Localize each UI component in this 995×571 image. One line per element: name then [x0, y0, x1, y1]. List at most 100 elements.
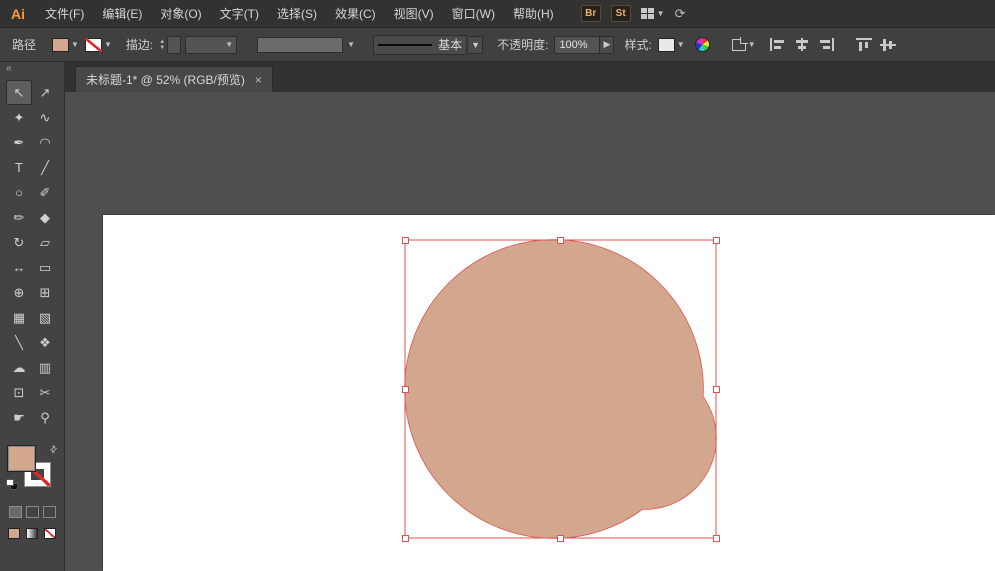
- tool-blend[interactable]: ❖: [32, 330, 58, 355]
- tool-pencil[interactable]: ✏: [6, 205, 32, 230]
- draw-inside-button[interactable]: [43, 506, 56, 518]
- context-label: 路径: [12, 36, 36, 53]
- stock-button[interactable]: St: [611, 5, 631, 22]
- tool-eraser[interactable]: ◆: [32, 205, 58, 230]
- tool-mesh[interactable]: ▦: [6, 305, 32, 330]
- tool-slice[interactable]: ✂: [32, 380, 58, 405]
- menu-s[interactable]: 选择(S): [268, 0, 326, 28]
- tool-hand[interactable]: ☛: [6, 405, 32, 430]
- style-swatch[interactable]: [658, 38, 675, 52]
- selection-handle[interactable]: [713, 386, 720, 393]
- sync-settings-icon[interactable]: ⟳: [675, 6, 686, 22]
- menu-h[interactable]: 帮助(H): [504, 0, 563, 28]
- fill-indicator[interactable]: [8, 446, 35, 471]
- tool-free-transform[interactable]: ▭: [32, 255, 58, 280]
- selection-handle[interactable]: [713, 237, 720, 244]
- collapse-panel-button[interactable]: «: [0, 62, 64, 76]
- draw-behind-button[interactable]: [26, 506, 39, 518]
- tool-perspective-grid[interactable]: ⊞: [32, 280, 58, 305]
- menu-t[interactable]: 文字(T): [211, 0, 268, 28]
- selection-handle[interactable]: [402, 237, 409, 244]
- color-button[interactable]: [8, 528, 20, 539]
- shape-circle-fill-2[interactable]: [574, 367, 716, 509]
- transform-panel-button[interactable]: ▼: [732, 39, 756, 51]
- menu-w[interactable]: 窗口(W): [443, 0, 504, 28]
- tool-lasso[interactable]: ∿: [32, 105, 58, 130]
- canvas[interactable]: [65, 92, 995, 571]
- tool-ellipse[interactable]: ○: [6, 180, 32, 205]
- fill-color-swatch[interactable]: [52, 38, 69, 52]
- opacity-label: 不透明度:: [497, 36, 548, 53]
- selection-handle[interactable]: [557, 237, 564, 244]
- brush-preview[interactable]: 基本: [373, 35, 467, 55]
- menu-items: 文件(F)编辑(E)对象(O)文字(T)选择(S)效果(C)视图(V)窗口(W)…: [36, 0, 563, 28]
- draw-normal-button[interactable]: [9, 506, 22, 518]
- stroke-none-swatch[interactable]: [85, 38, 102, 52]
- menu-e[interactable]: 编辑(E): [93, 0, 151, 28]
- stepper-arrows[interactable]: ▲▼: [159, 39, 165, 51]
- stroke-weight-combo[interactable]: ▼: [185, 36, 237, 54]
- bridge-button[interactable]: Br: [581, 5, 601, 22]
- tool-zoom[interactable]: ⚲: [32, 405, 58, 430]
- opacity-panel-button[interactable]: ▶: [600, 36, 614, 54]
- brush-dropdown-button[interactable]: ▼: [469, 36, 483, 54]
- stroke-weight-stepper[interactable]: ▲▼: [159, 36, 181, 54]
- stroke-weight-value[interactable]: [167, 36, 181, 54]
- brush-stroke-preview: [378, 44, 432, 46]
- tool-scale[interactable]: ▱: [32, 230, 58, 255]
- tool-pen[interactable]: ✒: [6, 130, 32, 155]
- tools-grid: ↖↗✦∿✒◠T╱○✐✏◆↻▱↔▭⊕⊞▦▧╲❖☁▥⊡✂☛⚲: [0, 80, 64, 430]
- menu-o[interactable]: 对象(O): [151, 0, 210, 28]
- swap-fill-stroke-icon[interactable]: ⇄: [48, 443, 61, 456]
- selection-handle[interactable]: [402, 535, 409, 542]
- tool-shape-builder[interactable]: ⊕: [6, 280, 32, 305]
- tool-paintbrush[interactable]: ✐: [32, 180, 58, 205]
- menu-f[interactable]: 文件(F): [36, 0, 93, 28]
- menu-v[interactable]: 视图(V): [385, 0, 443, 28]
- style-combo[interactable]: ▼: [658, 38, 685, 52]
- tool-type[interactable]: T: [6, 155, 32, 180]
- illustrator-window: Ai 文件(F)编辑(E)对象(O)文字(T)选择(S)效果(C)视图(V)窗口…: [0, 0, 995, 571]
- selection-handle[interactable]: [713, 535, 720, 542]
- default-fill-stroke-icon[interactable]: [6, 479, 18, 490]
- tool-rotate[interactable]: ↻: [6, 230, 32, 255]
- recolor-artwork-icon[interactable]: [695, 37, 710, 52]
- align-right-button[interactable]: [818, 38, 834, 51]
- tool-width[interactable]: ↔: [6, 255, 32, 280]
- chevron-down-icon: ▼: [748, 40, 756, 49]
- tool-selection[interactable]: ↖: [6, 80, 32, 105]
- tool-artboard[interactable]: ⊡: [6, 380, 32, 405]
- brush-definition-combo[interactable]: 基本 ▼: [373, 35, 483, 55]
- align-left-button[interactable]: [770, 38, 786, 51]
- document-tab-bar: 未标题-1* @ 52% (RGB/预览) ×: [65, 62, 995, 92]
- selection-handle[interactable]: [557, 535, 564, 542]
- tool-line-segment[interactable]: ╱: [32, 155, 58, 180]
- menu-bar: Ai 文件(F)编辑(E)对象(O)文字(T)选择(S)效果(C)视图(V)窗口…: [0, 0, 995, 28]
- align-top-button[interactable]: [856, 38, 872, 51]
- document-tab[interactable]: 未标题-1* @ 52% (RGB/预览) ×: [75, 66, 273, 92]
- fill-color-combo[interactable]: ▼: [52, 38, 79, 52]
- tool-eyedropper[interactable]: ╲: [6, 330, 32, 355]
- workspace-switcher[interactable]: ▼: [641, 8, 665, 19]
- tool-magic-wand[interactable]: ✦: [6, 105, 32, 130]
- close-tab-icon[interactable]: ×: [255, 73, 262, 87]
- align-vcenter-button[interactable]: [880, 38, 896, 51]
- chevron-down-icon: ▼: [677, 40, 685, 49]
- opacity-input[interactable]: [554, 36, 600, 54]
- width-profile-preview: [257, 37, 343, 53]
- tool-symbol-sprayer[interactable]: ☁: [6, 355, 32, 380]
- gradient-button[interactable]: [26, 528, 38, 539]
- stroke-weight-select[interactable]: ▼: [185, 36, 237, 54]
- tool-direct-selection[interactable]: ↗: [32, 80, 58, 105]
- none-button[interactable]: [44, 528, 56, 539]
- align-center-button[interactable]: [794, 38, 810, 51]
- tool-gradient[interactable]: ▧: [32, 305, 58, 330]
- menu-c[interactable]: 效果(C): [326, 0, 385, 28]
- selection-handle[interactable]: [402, 386, 409, 393]
- tool-column-graph[interactable]: ▥: [32, 355, 58, 380]
- width-profile-combo[interactable]: ▼: [257, 37, 355, 53]
- tool-curvature[interactable]: ◠: [32, 130, 58, 155]
- document-area: 未标题-1* @ 52% (RGB/预览) ×: [65, 62, 995, 571]
- stroke-color-combo[interactable]: ▼: [85, 38, 112, 52]
- tools-panel: « ↖↗✦∿✒◠T╱○✐✏◆↻▱↔▭⊕⊞▦▧╲❖☁▥⊡✂☛⚲ ⇄: [0, 62, 65, 571]
